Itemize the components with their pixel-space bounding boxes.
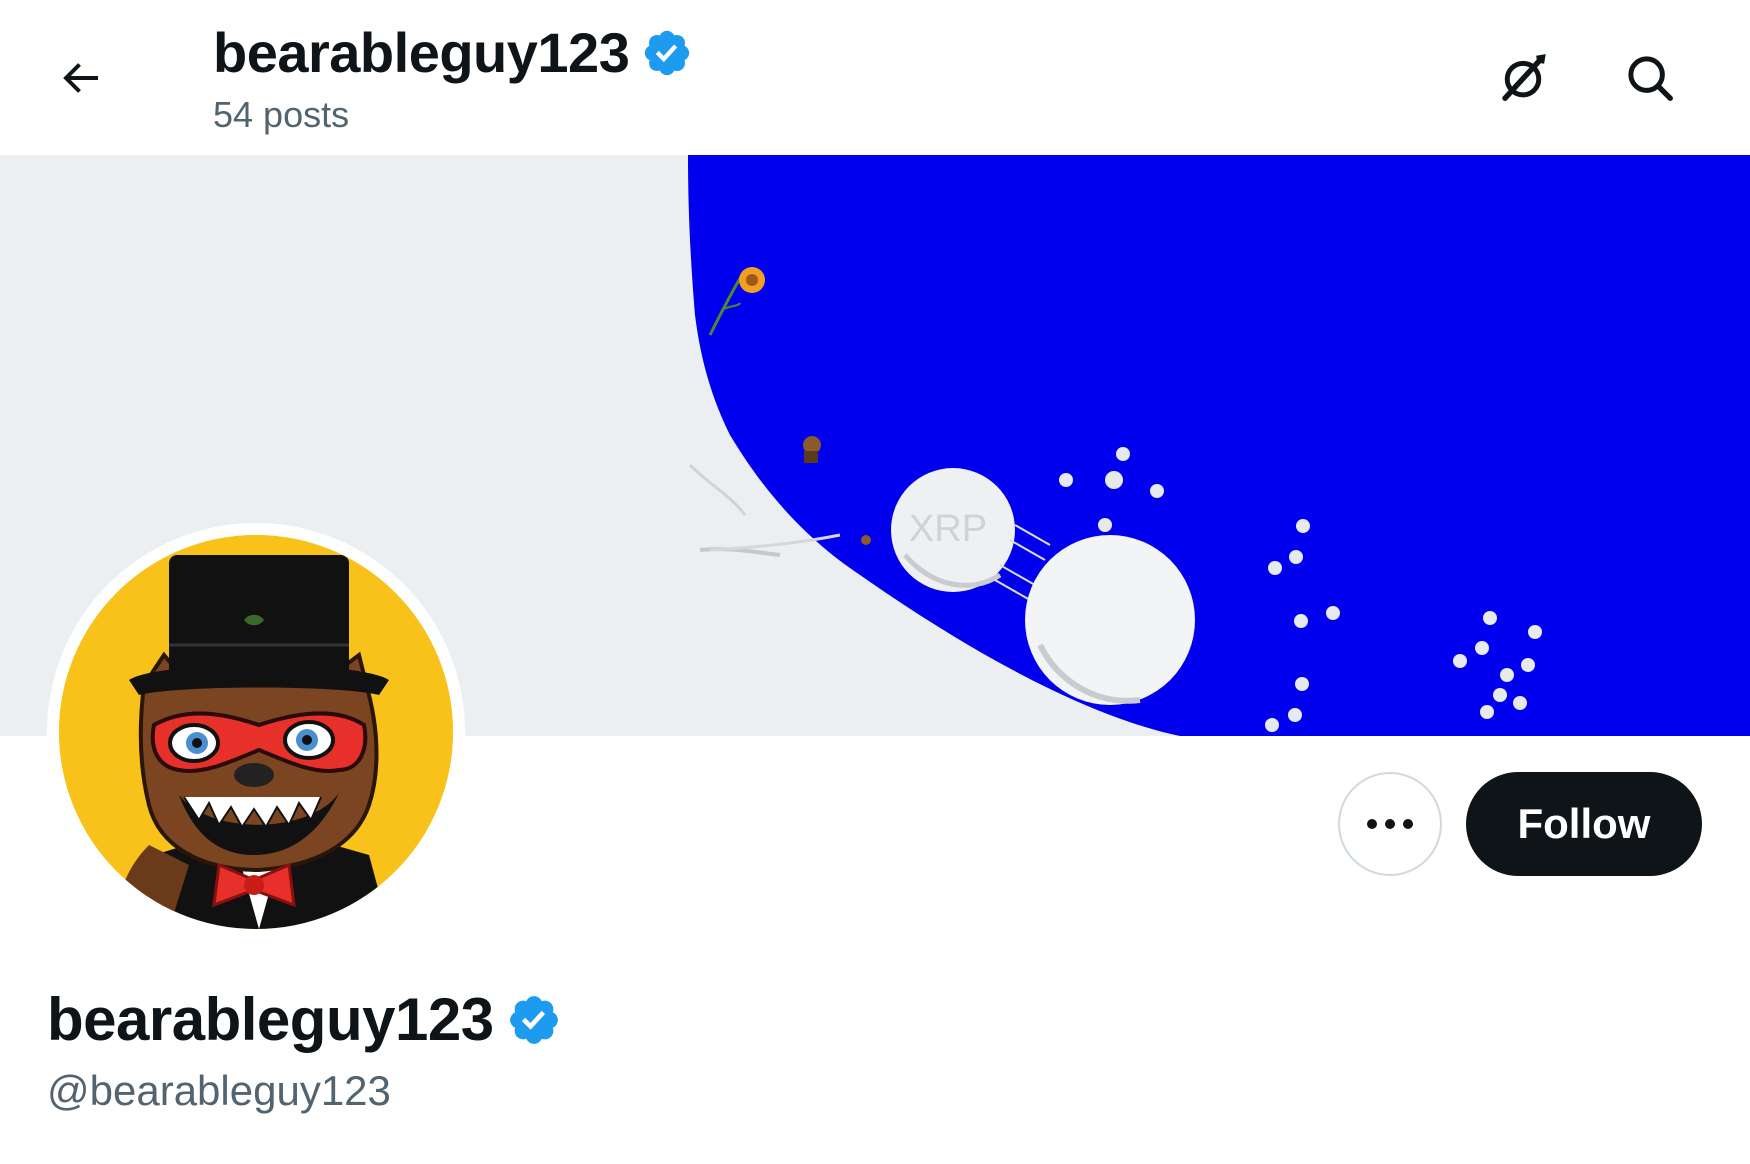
big-snowball xyxy=(1025,535,1195,705)
verified-badge-icon xyxy=(645,30,690,76)
grok-button[interactable] xyxy=(1483,38,1563,118)
profile-display-name: bearableguy123 xyxy=(47,986,494,1053)
profile-header: bearableguy123 54 posts xyxy=(0,0,1750,155)
profile-avatar[interactable] xyxy=(47,523,465,941)
header-display-name: bearableguy123 xyxy=(213,21,630,84)
follow-button[interactable]: Follow xyxy=(1466,772,1702,876)
avatar-image xyxy=(59,535,453,929)
header-titles: bearableguy123 54 posts xyxy=(213,18,693,136)
more-dots-icon xyxy=(1367,819,1413,829)
profile-handle: @bearableguy123 xyxy=(47,1067,391,1114)
xrp-snowball-label: XRP xyxy=(909,508,987,550)
search-icon xyxy=(1628,56,1673,101)
more-options-button[interactable] xyxy=(1338,772,1442,876)
profile-name-row: bearableguy123 xyxy=(47,985,562,1055)
header-name-row: bearableguy123 xyxy=(213,18,693,88)
verified-badge-icon[interactable] xyxy=(506,992,562,1048)
search-button[interactable] xyxy=(1610,38,1690,118)
grok-icon xyxy=(1502,54,1546,101)
back-button[interactable] xyxy=(40,38,120,118)
bear-avatar-illustration xyxy=(59,535,453,929)
posts-count: 54 posts xyxy=(213,94,350,135)
arrow-left-icon xyxy=(63,63,98,93)
